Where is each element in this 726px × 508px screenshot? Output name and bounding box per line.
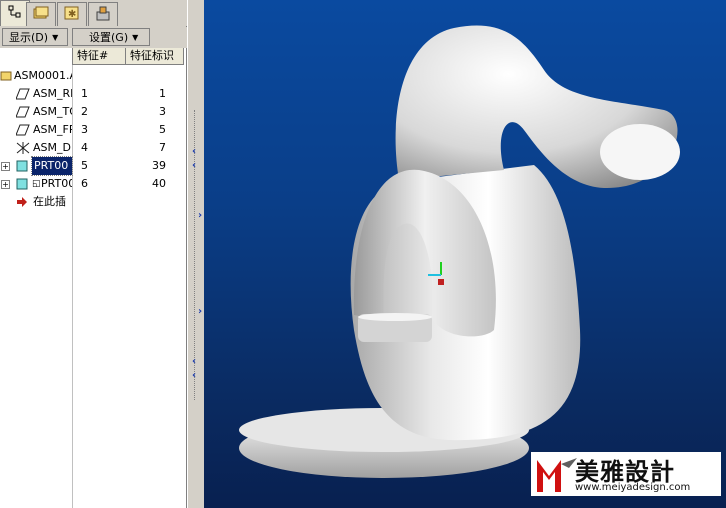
datum-plane-icon [15,106,30,118]
tab-folder-browser[interactable] [26,2,56,26]
tree-row[interactable]: + ◱ PRT00 6 40 [0,175,186,193]
coordinate-system-icon [16,142,30,154]
insert-here-label: 在此插 [33,195,66,208]
collapse-left-arrow-icon[interactable]: ‹ [192,146,200,157]
display-label: 显示(D) [9,31,49,44]
datum-plane-icon [15,88,30,100]
feature-name: ASM_RI [33,87,72,100]
chevron-down-icon: ▼ [52,32,59,42]
feature-number: 3 [81,123,88,136]
tree-root-row[interactable]: ASM0001.AS [0,67,186,85]
connections-icon [94,5,112,25]
settings-dropdown[interactable]: 设置(G) ▼ [72,28,150,46]
tree-name-column-header [0,48,73,65]
insert-here-row[interactable]: 在此插 [0,193,186,211]
tree-toolbar: 显示(D) ▼ 设置(G) ▼ [0,26,186,49]
part-icon [16,178,28,190]
model-tree: 特征# 特征标识 ASM0001.AS ASM_RI 1 1 ASM_TO 2 … [0,48,187,508]
tree-row[interactable]: ASM_RI 1 1 [0,85,186,103]
navigator-tabs: ✱ [0,0,204,27]
watermark-m-logo-icon [537,458,577,492]
favorites-icon: ✱ [63,5,81,25]
folder-icon [32,5,50,25]
settings-label: 设置(G) [89,31,129,44]
collapse-left-arrow-icon[interactable]: ‹ [192,356,200,367]
feature-number-column-header[interactable]: 特征# [73,48,126,65]
part-icon [16,160,28,172]
feature-number: 5 [81,159,88,172]
tree-row[interactable]: ASM_DE 4 7 [0,139,186,157]
display-dropdown[interactable]: 显示(D) ▼ [2,28,68,46]
feature-number: 2 [81,105,88,118]
feature-number: 1 [81,87,88,100]
tab-connections[interactable] [88,2,118,26]
feature-name: ASM_DE [33,141,72,154]
feature-name-selected: PRT00 [31,156,73,176]
svg-text:✱: ✱ [68,9,76,20]
handle-end-shape [600,124,680,180]
datum-plane-icon [15,124,30,136]
collapse-left-arrow-icon[interactable]: ‹ [192,160,200,171]
feature-id-column-header[interactable]: 特征标识 [126,48,184,65]
tree-root-label: ASM0001.AS [14,69,72,82]
feature-number: 6 [81,177,88,190]
feature-name: PRT00 [41,177,72,190]
feature-name: ASM_TO [33,105,72,118]
feature-id: 3 [159,105,166,118]
tree-row[interactable]: ASM_TO 2 3 [0,103,186,121]
feature-name: ASM_FR [33,123,72,136]
watermark-url-text: www.meiyadesign.com [575,482,691,493]
chevron-down-icon: ▼ [132,32,139,42]
tab-favorites[interactable]: ✱ [57,2,87,26]
spout-tip-rim-shape [358,313,432,321]
feature-id: 1 [159,87,166,100]
feature-id: 40 [152,177,166,190]
insert-here-arrow-icon [16,196,28,208]
faucet-model [239,25,680,478]
model-tree-icon [7,4,23,24]
expand-toggle[interactable]: + [1,180,10,189]
panel-splitter[interactable]: ‹ ‹ › › ‹ ‹ [187,0,205,508]
graphics-viewport[interactable]: 美雅設計 www.meiyadesign.com [204,0,726,508]
expand-toggle[interactable]: + [1,162,10,171]
tree-row[interactable]: + PRT00 5 39 [0,156,186,176]
feature-id: 5 [159,123,166,136]
feature-id: 7 [159,141,166,154]
collapse-left-arrow-icon[interactable]: ‹ [192,370,200,381]
tree-row[interactable]: ASM_FR 3 5 [0,121,186,139]
component-marker-icon: ◱ [32,179,40,189]
feature-number: 4 [81,141,88,154]
assembly-icon [0,70,12,82]
feature-id: 39 [152,159,166,172]
watermark-logo: 美雅設計 www.meiyadesign.com [531,452,721,496]
